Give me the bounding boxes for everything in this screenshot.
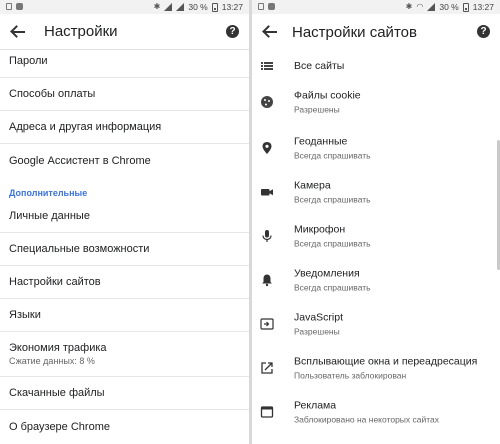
signal-icon — [164, 3, 173, 11]
settings-item-addresses[interactable]: Адреса и другая информация — [0, 111, 249, 144]
settings-item-label: Экономия трафика — [9, 342, 107, 354]
settings-item-languages[interactable]: Языки — [0, 299, 249, 332]
settings-item-about-chrome[interactable]: О браузере Chrome — [0, 410, 249, 443]
location-pin-icon — [262, 142, 272, 154]
settings-item-passwords[interactable]: Пароли — [0, 45, 249, 78]
settings-item-data-saver[interactable]: Экономия трафика Сжатие данных: 8 % — [0, 332, 249, 377]
battery-percent: 30 % — [188, 2, 208, 12]
site-settings-screen: ✱ ◠ 30 % 13:27 Настройки сайтов ? Все са… — [252, 0, 500, 444]
bluetooth-icon: ✱ — [405, 2, 413, 11]
cookie-icon — [261, 96, 273, 108]
site-setting-notifications[interactable]: Уведомления Всегда спрашивать — [252, 258, 500, 302]
battery-icon — [462, 2, 469, 12]
status-bar: ✱ ◠ 30 % 13:27 — [252, 0, 500, 14]
ads-icon — [260, 406, 274, 418]
settings-item-label: Адреса и другая информация — [9, 121, 162, 133]
site-setting-sublabel: Пользователь заблокирован — [294, 370, 407, 381]
site-setting-sublabel: Всегда спрашивать — [294, 194, 371, 205]
settings-item-accessibility[interactable]: Специальные возможности — [0, 233, 249, 266]
battery-icon — [211, 2, 218, 12]
section-header-advanced: Дополнительные — [9, 188, 88, 198]
settings-item-label: Настройки сайтов — [9, 276, 101, 288]
clock: 13:27 — [472, 2, 494, 12]
page-title: Настройки сайтов — [292, 23, 417, 41]
site-setting-sublabel: Разрешены — [294, 326, 340, 337]
camera-icon — [261, 189, 273, 196]
site-setting-label: Реклама — [294, 399, 337, 412]
settings-item-label: Пароли — [9, 55, 48, 67]
site-setting-sublabel: Заблокировано на некоторых сайтах — [294, 414, 440, 425]
site-setting-sublabel: Всегда спрашивать — [294, 282, 371, 293]
site-setting-label: Файлы cookie — [294, 89, 361, 102]
settings-item-site-settings[interactable]: Настройки сайтов — [0, 266, 249, 299]
site-setting-label: Уведомления — [294, 267, 360, 280]
settings-item-label: Способы оплаты — [9, 88, 96, 100]
notification-icons — [258, 3, 275, 10]
site-setting-sublabel: Всегда спрашивать — [294, 238, 371, 249]
clock: 13:27 — [221, 2, 243, 12]
site-setting-microphone[interactable]: Микрофон Всегда спрашивать — [252, 214, 500, 258]
site-setting-label: Микрофон — [294, 223, 346, 236]
help-icon[interactable]: ? — [226, 25, 239, 38]
signal-icon-2 — [176, 3, 185, 11]
signal-icon — [427, 3, 436, 11]
settings-item-sublabel: Сжатие данных: 8 % — [9, 356, 95, 366]
site-setting-location[interactable]: Геоданные Всегда спрашивать — [252, 126, 500, 170]
site-setting-label: Все сайты — [294, 60, 345, 72]
site-setting-sublabel: Разрешены — [294, 104, 340, 115]
list-icon — [261, 62, 273, 70]
settings-item-personal-data[interactable]: Личные данные — [0, 200, 249, 233]
battery-percent: 30 % — [439, 2, 459, 12]
site-setting-label: Геоданные — [294, 135, 348, 148]
wifi-icon: ◠ — [416, 2, 424, 11]
site-setting-ads[interactable]: Реклама Заблокировано на некоторых сайта… — [252, 390, 500, 434]
status-bar: ✱ 30 % 13:27 — [0, 0, 249, 14]
settings-item-label: Специальные возможности — [9, 243, 150, 255]
settings-item-google-assistant[interactable]: Google Ассистент в Chrome — [0, 144, 249, 177]
settings-item-label: О браузере Chrome — [9, 420, 110, 433]
settings-item-downloads[interactable]: Скачанные файлы — [0, 377, 249, 410]
site-setting-camera[interactable]: Камера Всегда спрашивать — [252, 170, 500, 214]
notification-icons — [6, 3, 23, 10]
site-setting-javascript[interactable]: JavaScript Разрешены — [252, 302, 500, 346]
settings-screen: ✱ 30 % 13:27 Настройки ? Пароли Способы … — [0, 0, 249, 444]
bell-icon — [262, 274, 272, 287]
settings-item-label: Скачанные файлы — [9, 387, 105, 399]
settings-item-label: Личные данные — [9, 210, 90, 222]
site-setting-cookies[interactable]: Файлы cookie Разрешены — [252, 80, 500, 124]
microphone-icon — [262, 230, 272, 242]
site-setting-label: Всплывающие окна и переадресация — [294, 355, 478, 368]
site-setting-popups[interactable]: Всплывающие окна и переадресация Пользов… — [252, 346, 500, 390]
javascript-icon — [260, 318, 274, 330]
settings-item-payment-methods[interactable]: Способы оплаты — [0, 78, 249, 111]
help-icon[interactable]: ? — [477, 25, 490, 38]
settings-item-label: Google Ассистент в Chrome — [9, 154, 151, 167]
page-title: Настройки — [44, 23, 118, 40]
site-setting-label: JavaScript — [294, 311, 344, 324]
bluetooth-icon: ✱ — [153, 2, 161, 11]
site-setting-label: Камера — [294, 179, 331, 192]
settings-item-label: Языки — [9, 309, 41, 321]
site-setting-sublabel: Всегда спрашивать — [294, 150, 371, 161]
popup-icon — [261, 362, 273, 374]
